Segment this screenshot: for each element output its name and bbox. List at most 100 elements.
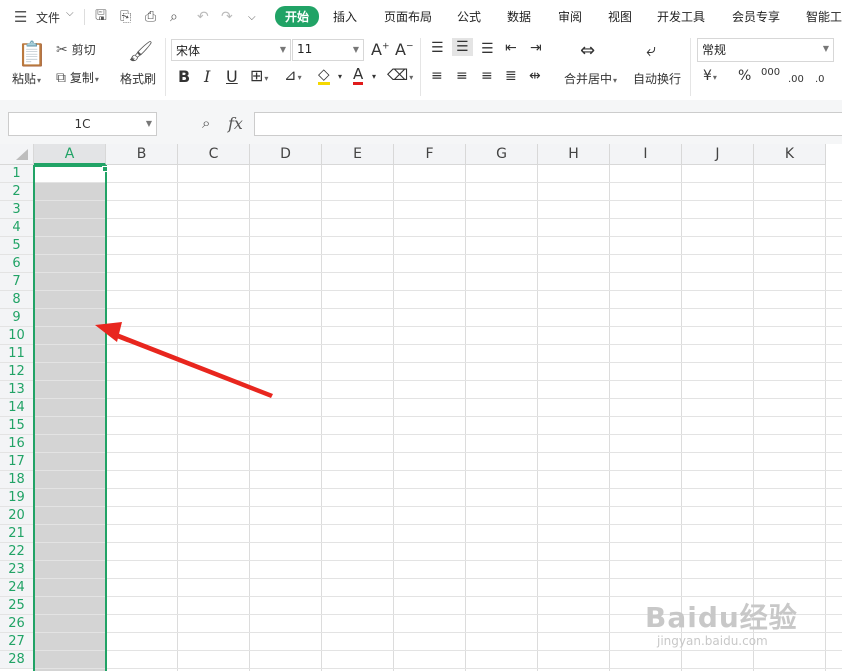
row-header-10[interactable]: 10 (0, 327, 34, 345)
tab-smart-tools[interactable]: 智能工 (806, 8, 842, 25)
column-header-b[interactable]: B (106, 144, 178, 165)
copy-button[interactable]: ⧉ 复制▾ (56, 69, 99, 86)
fill-color-icon[interactable]: ◇ (318, 66, 330, 85)
row-header-8[interactable]: 8 (0, 291, 34, 309)
format-painter-button[interactable]: 格式刷 (120, 70, 156, 87)
customize-dropdown-icon[interactable]: ⌵ (248, 7, 256, 27)
tab-member[interactable]: 会员专享 (732, 8, 780, 25)
merge-icon[interactable]: ⇔ (580, 40, 595, 61)
chevron-down-icon[interactable]: ▾ (338, 72, 342, 81)
align-bottom-icon[interactable]: ☰ (481, 41, 494, 57)
row-header-15[interactable]: 15 (0, 417, 34, 435)
align-right-icon[interactable]: ≡ (481, 68, 493, 84)
row-header-11[interactable]: 11 (0, 345, 34, 363)
merge-center-button[interactable]: 合并居中▾ (564, 70, 617, 87)
tab-formulas[interactable]: 公式 (457, 8, 481, 25)
align-top-icon[interactable]: ☰ (431, 40, 444, 56)
font-color-icon[interactable]: A (353, 66, 364, 85)
undo-icon[interactable]: ↶ (197, 7, 209, 27)
tab-page-layout[interactable]: 页面布局 (384, 8, 432, 25)
row-header-4[interactable]: 4 (0, 219, 34, 237)
row-header-1[interactable]: 1 (0, 165, 34, 183)
print-icon[interactable]: ⎙ (145, 7, 156, 27)
tab-view[interactable]: 视图 (608, 8, 632, 25)
row-header-25[interactable]: 25 (0, 597, 34, 615)
increase-indent-icon[interactable]: ⇥ (530, 40, 542, 56)
row-header-7[interactable]: 7 (0, 273, 34, 291)
save-icon[interactable]: 🖫 (95, 7, 107, 27)
print-preview-icon[interactable]: ⌕ (170, 7, 178, 27)
row-header-27[interactable]: 27 (0, 633, 34, 651)
tab-insert[interactable]: 插入 (333, 8, 357, 25)
currency-button[interactable]: ¥▾ (703, 68, 717, 84)
name-box[interactable]: 1C ▼ (8, 112, 157, 136)
font-size-select[interactable]: 11 ▼ (292, 39, 364, 61)
column-header-a[interactable]: A (34, 144, 106, 165)
export-icon[interactable]: ⎘ (120, 7, 131, 27)
font-name-select[interactable]: 宋体 ▼ (171, 39, 291, 61)
row-header-24[interactable]: 24 (0, 579, 34, 597)
column-header-i[interactable]: I (610, 144, 682, 165)
column-header-k[interactable]: K (754, 144, 826, 165)
column-header-c[interactable]: C (178, 144, 250, 165)
decrease-indent-icon[interactable]: ⇤ (505, 40, 517, 56)
wrap-text-icon[interactable]: ⤶ (646, 40, 656, 61)
row-header-3[interactable]: 3 (0, 201, 34, 219)
row-header-13[interactable]: 13 (0, 381, 34, 399)
row-header-6[interactable]: 6 (0, 255, 34, 273)
row-header-18[interactable]: 18 (0, 471, 34, 489)
align-center-icon[interactable]: ≡ (456, 68, 468, 84)
row-header-14[interactable]: 14 (0, 399, 34, 417)
cut-button[interactable]: ✂ 剪切 (56, 41, 96, 58)
row-header-9[interactable]: 9 (0, 309, 34, 327)
row-header-23[interactable]: 23 (0, 561, 34, 579)
chevron-down-icon[interactable]: ⌵ (66, 8, 74, 19)
file-menu[interactable]: 文件 (36, 9, 60, 26)
tab-home[interactable]: 开始 (275, 6, 320, 27)
column-header-d[interactable]: D (250, 144, 322, 165)
column-header-h[interactable]: H (538, 144, 610, 165)
paste-button[interactable]: 粘贴▾ (12, 70, 41, 87)
hamburger-menu-icon[interactable]: ☰ (14, 7, 27, 27)
tab-developer[interactable]: 开发工具 (657, 8, 705, 25)
row-header-21[interactable]: 21 (0, 525, 34, 543)
row-header-2[interactable]: 2 (0, 183, 34, 201)
row-header-22[interactable]: 22 (0, 543, 34, 561)
paste-icon[interactable]: 📋 (17, 40, 47, 68)
decrease-font-icon[interactable]: A− (395, 40, 414, 59)
column-header-e[interactable]: E (322, 144, 394, 165)
tab-review[interactable]: 审阅 (558, 8, 582, 25)
row-header-20[interactable]: 20 (0, 507, 34, 525)
eraser-icon[interactable]: ⌫▾ (387, 66, 413, 84)
column-header-g[interactable]: G (466, 144, 538, 165)
increase-decimal-button[interactable]: .00 (788, 74, 804, 85)
decrease-decimal-button[interactable]: .0 (815, 74, 825, 85)
function-icon[interactable]: fx (228, 114, 243, 133)
paintbrush-icon[interactable]: 🖌 (128, 39, 153, 63)
column-header-j[interactable]: J (682, 144, 754, 165)
row-header-26[interactable]: 26 (0, 615, 34, 633)
column-header-f[interactable]: F (394, 144, 466, 165)
row-header-16[interactable]: 16 (0, 435, 34, 453)
row-header-12[interactable]: 12 (0, 363, 34, 381)
number-format-select[interactable]: 常规 ▼ (697, 38, 834, 62)
bold-icon[interactable]: B (178, 67, 190, 86)
chevron-down-icon[interactable]: ▾ (372, 72, 376, 81)
align-left-icon[interactable]: ≡ (431, 68, 443, 84)
row-header-5[interactable]: 5 (0, 237, 34, 255)
redo-icon[interactable]: ↷ (221, 7, 233, 27)
cell-style-icon[interactable]: ⊿▾ (284, 66, 302, 84)
increase-font-icon[interactable]: A+ (371, 40, 390, 59)
fill-handle[interactable] (102, 166, 108, 172)
tab-data[interactable]: 数据 (507, 8, 531, 25)
zoom-search-icon[interactable]: ⌕ (202, 114, 210, 132)
underline-icon[interactable]: U (226, 67, 238, 86)
row-header-17[interactable]: 17 (0, 453, 34, 471)
formula-input[interactable] (254, 112, 842, 136)
wrap-text-button[interactable]: 自动换行 (633, 70, 681, 87)
distribute-icon[interactable]: ⇹ (529, 68, 541, 84)
align-middle-icon[interactable]: ☰ (452, 38, 473, 56)
borders-icon[interactable]: ⊞▾ (250, 66, 268, 85)
italic-icon[interactable]: I (204, 67, 210, 86)
justify-icon[interactable]: ≣ (505, 68, 517, 84)
